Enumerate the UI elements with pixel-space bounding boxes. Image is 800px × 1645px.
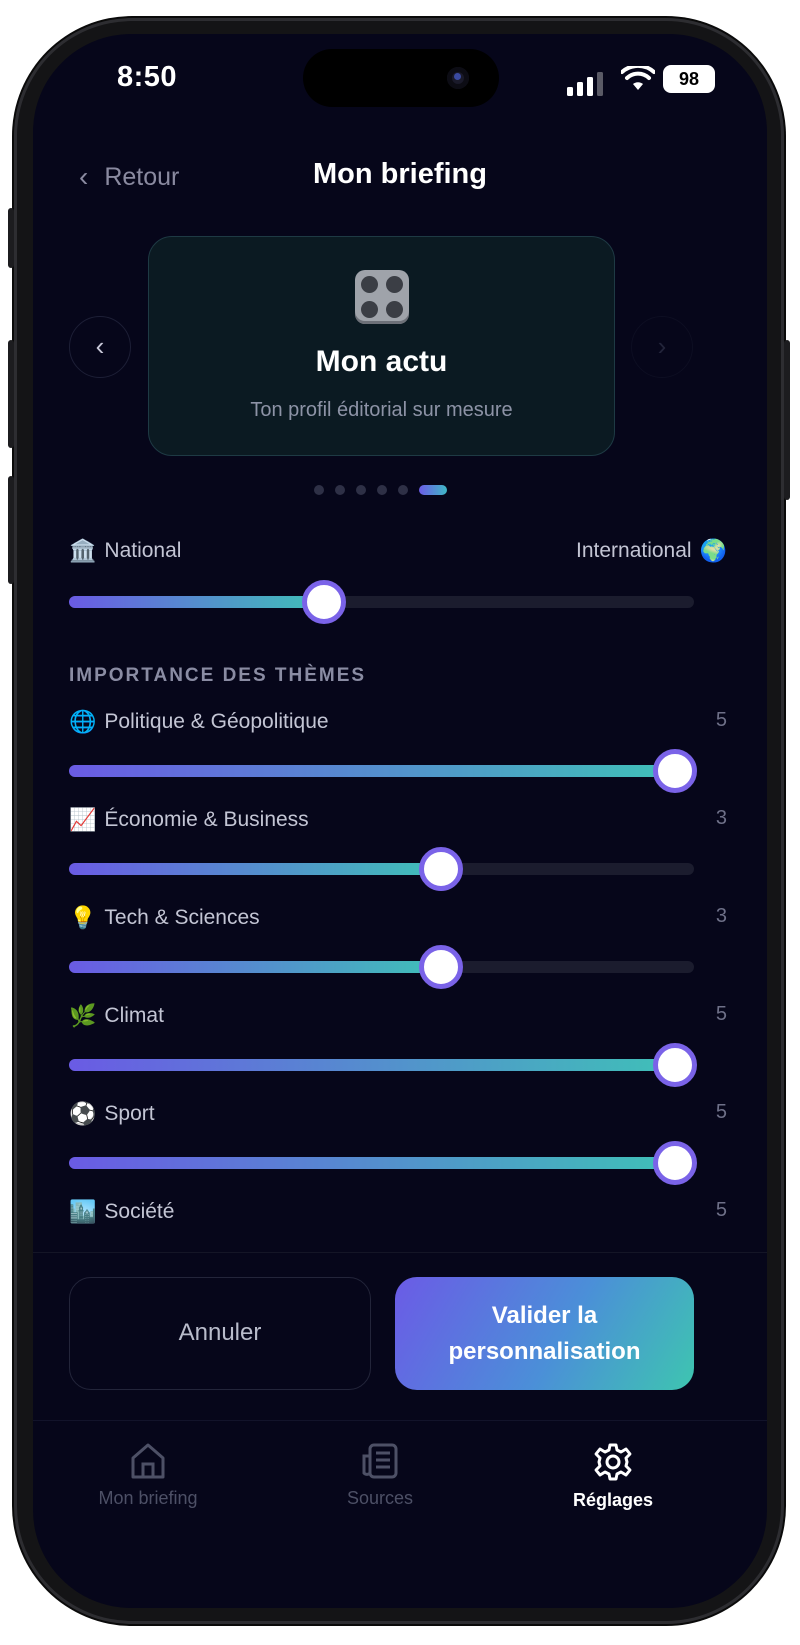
theme-value: 3 (715, 807, 727, 829)
camera-icon (447, 67, 469, 89)
gear-icon (594, 1443, 632, 1481)
scope-slider-thumb[interactable] (302, 580, 346, 624)
globe-icon: 🌍 (699, 538, 727, 563)
status-time: 8:50 (117, 61, 178, 93)
volume-up-button (8, 340, 14, 448)
volume-down-button (8, 476, 14, 584)
carousel-dot[interactable] (356, 485, 366, 495)
card-subtitle: Ton profil éditorial sur mesure (250, 399, 513, 421)
theme-label: 🏙️ Société (69, 1199, 174, 1225)
dynamic-island (303, 49, 499, 107)
theme-name: Politique & Géopolitique (104, 710, 329, 733)
theme-icon: ⚽ (69, 1101, 97, 1126)
scope-right-label: International 🌍 (576, 538, 727, 564)
theme-slider-fill (69, 765, 676, 777)
divider (33, 1420, 767, 1421)
theme-slider-fill (69, 1059, 676, 1071)
control-knobs-icon (355, 270, 409, 324)
scope-slider-fill (69, 596, 324, 608)
theme-name: Sport (104, 1102, 155, 1125)
cellular-signal-icon (567, 72, 603, 96)
theme-slider-thumb[interactable] (653, 1141, 698, 1185)
home-icon (131, 1443, 165, 1479)
tab-label: Réglages (572, 1490, 654, 1510)
scope-slider[interactable] (69, 580, 694, 624)
theme-value: 5 (715, 709, 727, 731)
tab-mon-briefing[interactable]: Mon briefing (48, 1442, 248, 1509)
theme-value: 5 (715, 1199, 727, 1221)
theme-slider[interactable] (69, 945, 694, 989)
battery-indicator: 98 (663, 65, 715, 93)
theme-label: 🌐 Politique & Géopolitique (69, 709, 329, 735)
theme-name: Climat (104, 1004, 164, 1027)
theme-slider[interactable] (69, 847, 694, 891)
theme-icon: 💡 (69, 905, 97, 930)
theme-label: ⚽ Sport (69, 1101, 155, 1127)
tab-sources[interactable]: Sources (280, 1442, 480, 1509)
preset-card[interactable]: Mon actu Ton profil éditorial sur mesure (148, 236, 615, 456)
carousel-dot[interactable] (335, 485, 345, 495)
divider (33, 1252, 767, 1253)
theme-label: 📈 Économie & Business (69, 807, 309, 833)
international-label: International (576, 539, 692, 562)
theme-name: Société (104, 1200, 175, 1223)
validate-button[interactable]: Valider la personnalisation (395, 1277, 694, 1390)
carousel-next-button[interactable]: › (631, 316, 693, 378)
carousel-prev-button[interactable]: ‹ (69, 316, 131, 378)
screen: 8:50 98 ‹ Retour Mon briefing ‹ › Mon ac… (33, 34, 767, 1608)
themes-section-title: IMPORTANCE DES THÈMES (69, 665, 367, 686)
theme-icon: 🏙️ (69, 1199, 97, 1224)
national-label: National (104, 539, 182, 562)
page-title: Mon briefing (313, 158, 487, 190)
chevron-left-icon: ‹ (95, 331, 105, 361)
power-button (784, 340, 790, 500)
carousel-dot[interactable] (398, 485, 408, 495)
theme-icon: 🌐 (69, 709, 97, 734)
tab-label: Mon briefing (98, 1488, 198, 1508)
scope-left-label: 🏛️ National (69, 538, 181, 564)
theme-icon: 🌿 (69, 1003, 97, 1028)
theme-slider-thumb[interactable] (418, 945, 463, 989)
card-title: Mon actu (315, 345, 448, 378)
theme-name: Économie & Business (104, 808, 309, 831)
theme-label: 💡 Tech & Sciences (69, 905, 260, 931)
theme-label: 🌿 Climat (69, 1003, 164, 1029)
theme-slider-thumb[interactable] (418, 847, 463, 891)
carousel-dot[interactable] (377, 485, 387, 495)
theme-icon: 📈 (69, 807, 97, 832)
theme-slider-thumb[interactable] (653, 1043, 698, 1087)
theme-value: 5 (715, 1101, 727, 1123)
classical-building-icon: 🏛️ (69, 538, 97, 563)
theme-slider-fill (69, 961, 441, 973)
carousel-dot[interactable] (419, 485, 447, 495)
theme-slider-thumb[interactable] (653, 749, 698, 793)
carousel-page-indicator (314, 485, 458, 495)
cancel-button[interactable]: Annuler (69, 1277, 371, 1390)
wifi-icon (621, 66, 655, 90)
carousel-dot[interactable] (314, 485, 324, 495)
theme-slider[interactable] (69, 1043, 698, 1087)
theme-slider-fill (69, 1157, 676, 1169)
newspaper-icon (362, 1443, 398, 1479)
theme-slider-fill (69, 863, 441, 875)
theme-value: 3 (715, 905, 727, 927)
tab-reglages[interactable]: Réglages (513, 1442, 713, 1511)
mute-switch (8, 208, 14, 268)
theme-slider[interactable] (69, 749, 698, 793)
tab-label: Sources (346, 1488, 414, 1508)
theme-value: 5 (715, 1003, 727, 1025)
theme-slider[interactable] (69, 1141, 698, 1185)
theme-name: Tech & Sciences (104, 906, 260, 929)
chevron-right-icon: › (657, 331, 667, 361)
